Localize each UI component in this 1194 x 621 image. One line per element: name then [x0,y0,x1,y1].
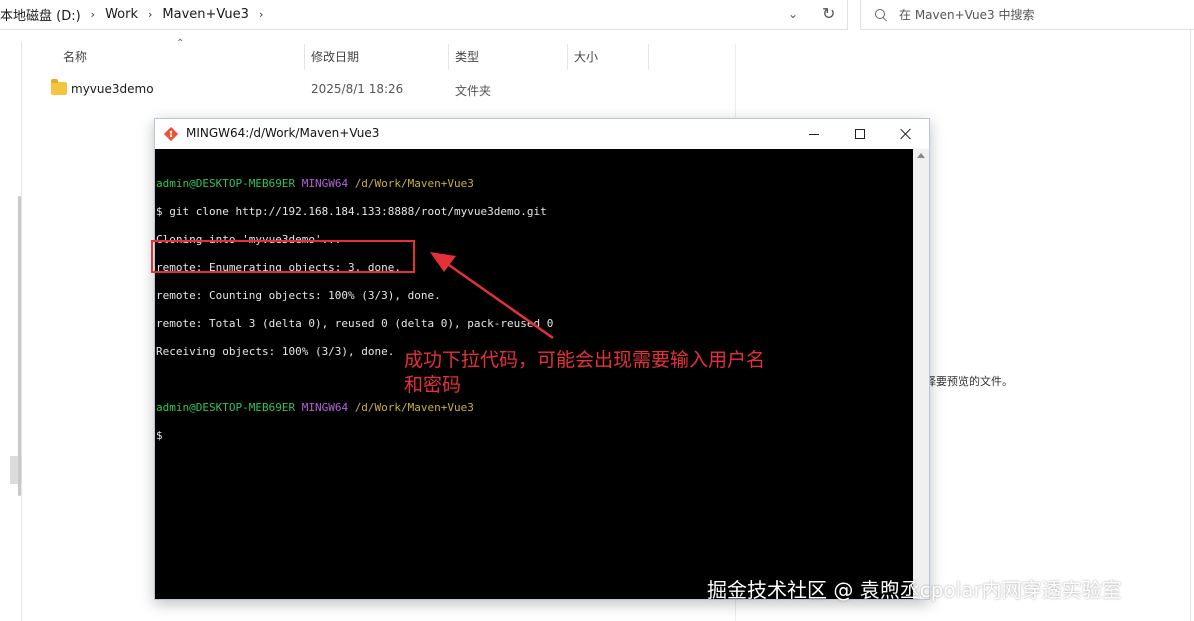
column-header-name[interactable]: 名称 [63,44,87,70]
prompt-line: admin@DESKTOP-MEB69ER MINGW64 /d/Work/Ma… [156,177,553,191]
annotation-line-1: 成功下拉代码，可能会出现需要输入用户名 [404,349,766,371]
prompt-line: admin@DESKTOP-MEB69ER MINGW64 /d/Work/Ma… [156,401,553,415]
chevron-down-icon[interactable]: ⌄ [788,7,798,21]
file-name: myvue3demo [71,82,154,96]
file-type: 文件夹 [455,84,492,98]
refresh-icon[interactable]: ↻ [822,4,835,23]
highlight-box [151,240,415,273]
prompt-shell: MINGW64 [301,177,349,190]
chevron-right-icon[interactable]: › [259,8,263,21]
prompt-shell: MINGW64 [301,401,349,414]
close-button[interactable] [883,119,929,149]
annotation-line-2: 和密码 [404,374,462,396]
prompt-user: admin@DESKTOP-MEB69ER [156,401,296,414]
column-header-type[interactable]: 类型 [455,44,479,70]
breadcrumb-drive[interactable]: 本地磁盘 (D:) [0,5,81,24]
maximize-button[interactable] [837,119,883,149]
nav-scrollbar[interactable] [18,196,21,496]
chevron-right-icon[interactable]: › [148,8,152,21]
git-icon [163,126,179,142]
terminal-title: MINGW64:/d/Work/Maven+Vue3 [186,126,380,140]
minimize-button[interactable] [791,119,837,149]
terminal-scrollbar[interactable] [913,149,929,599]
output-line: remote: Total 3 (delta 0), reused 0 (del… [156,317,554,330]
breadcrumb-work[interactable]: Work [105,7,138,22]
minimize-icon [809,133,819,135]
watermark: 掘金技术社区 @ 袁煦丞cpolar内网穿透实验室 [707,578,1122,602]
output-line: remote: Counting objects: 100% (3/3), do… [156,289,441,302]
annotation-text: 成功下拉代码，可能会出现需要输入用户名 和密码 [404,348,814,398]
file-row[interactable]: myvue3demo 2025/8/1 18:26 文件夹 [48,79,738,101]
sort-ascending-icon: ⌃ [176,38,185,49]
folder-icon [51,79,67,95]
terminal-output: admin@DESKTOP-MEB69ER MINGW64 /d/Work/Ma… [156,163,553,471]
column-divider[interactable] [448,44,449,70]
maximize-icon [855,129,865,139]
column-divider[interactable] [304,44,305,70]
file-modified: 2025/8/1 18:26 [311,82,404,96]
prompt-user: admin@DESKTOP-MEB69ER [156,177,296,190]
breadcrumb: 本地磁盘 (D:) › Work › Maven+Vue3 › [0,5,273,24]
screen: 本地磁盘 (D:) › Work › Maven+Vue3 › ⌄ ↻ 在 Ma… [0,0,1194,621]
search-placeholder: 在 Maven+Vue3 中搜索 [899,8,1035,22]
cursor-prompt: $ [156,429,163,442]
terminal-titlebar[interactable]: MINGW64:/d/Work/Maven+Vue3 [155,119,929,149]
search-icon [875,8,887,21]
window-edge [1190,30,1191,621]
column-header-size[interactable]: 大小 [574,44,598,70]
breadcrumb-maven-vue3[interactable]: Maven+Vue3 [162,7,249,22]
search-input[interactable]: 在 Maven+Vue3 中搜索 [860,0,1194,30]
column-divider[interactable] [648,44,649,70]
address-bar[interactable]: 本地磁盘 (D:) › Work › Maven+Vue3 › ⌄ ↻ [0,0,848,30]
column-divider[interactable] [567,44,568,70]
chevron-right-icon[interactable]: › [91,8,95,21]
prompt-path: /d/Work/Maven+Vue3 [354,401,474,414]
prompt-path: /d/Work/Maven+Vue3 [354,177,474,190]
column-header-modified[interactable]: 修改日期 [311,44,359,70]
scroll-up-icon[interactable] [917,153,925,158]
close-icon [900,128,912,140]
command-line: $ git clone http://192.168.184.133:8888/… [156,205,547,218]
